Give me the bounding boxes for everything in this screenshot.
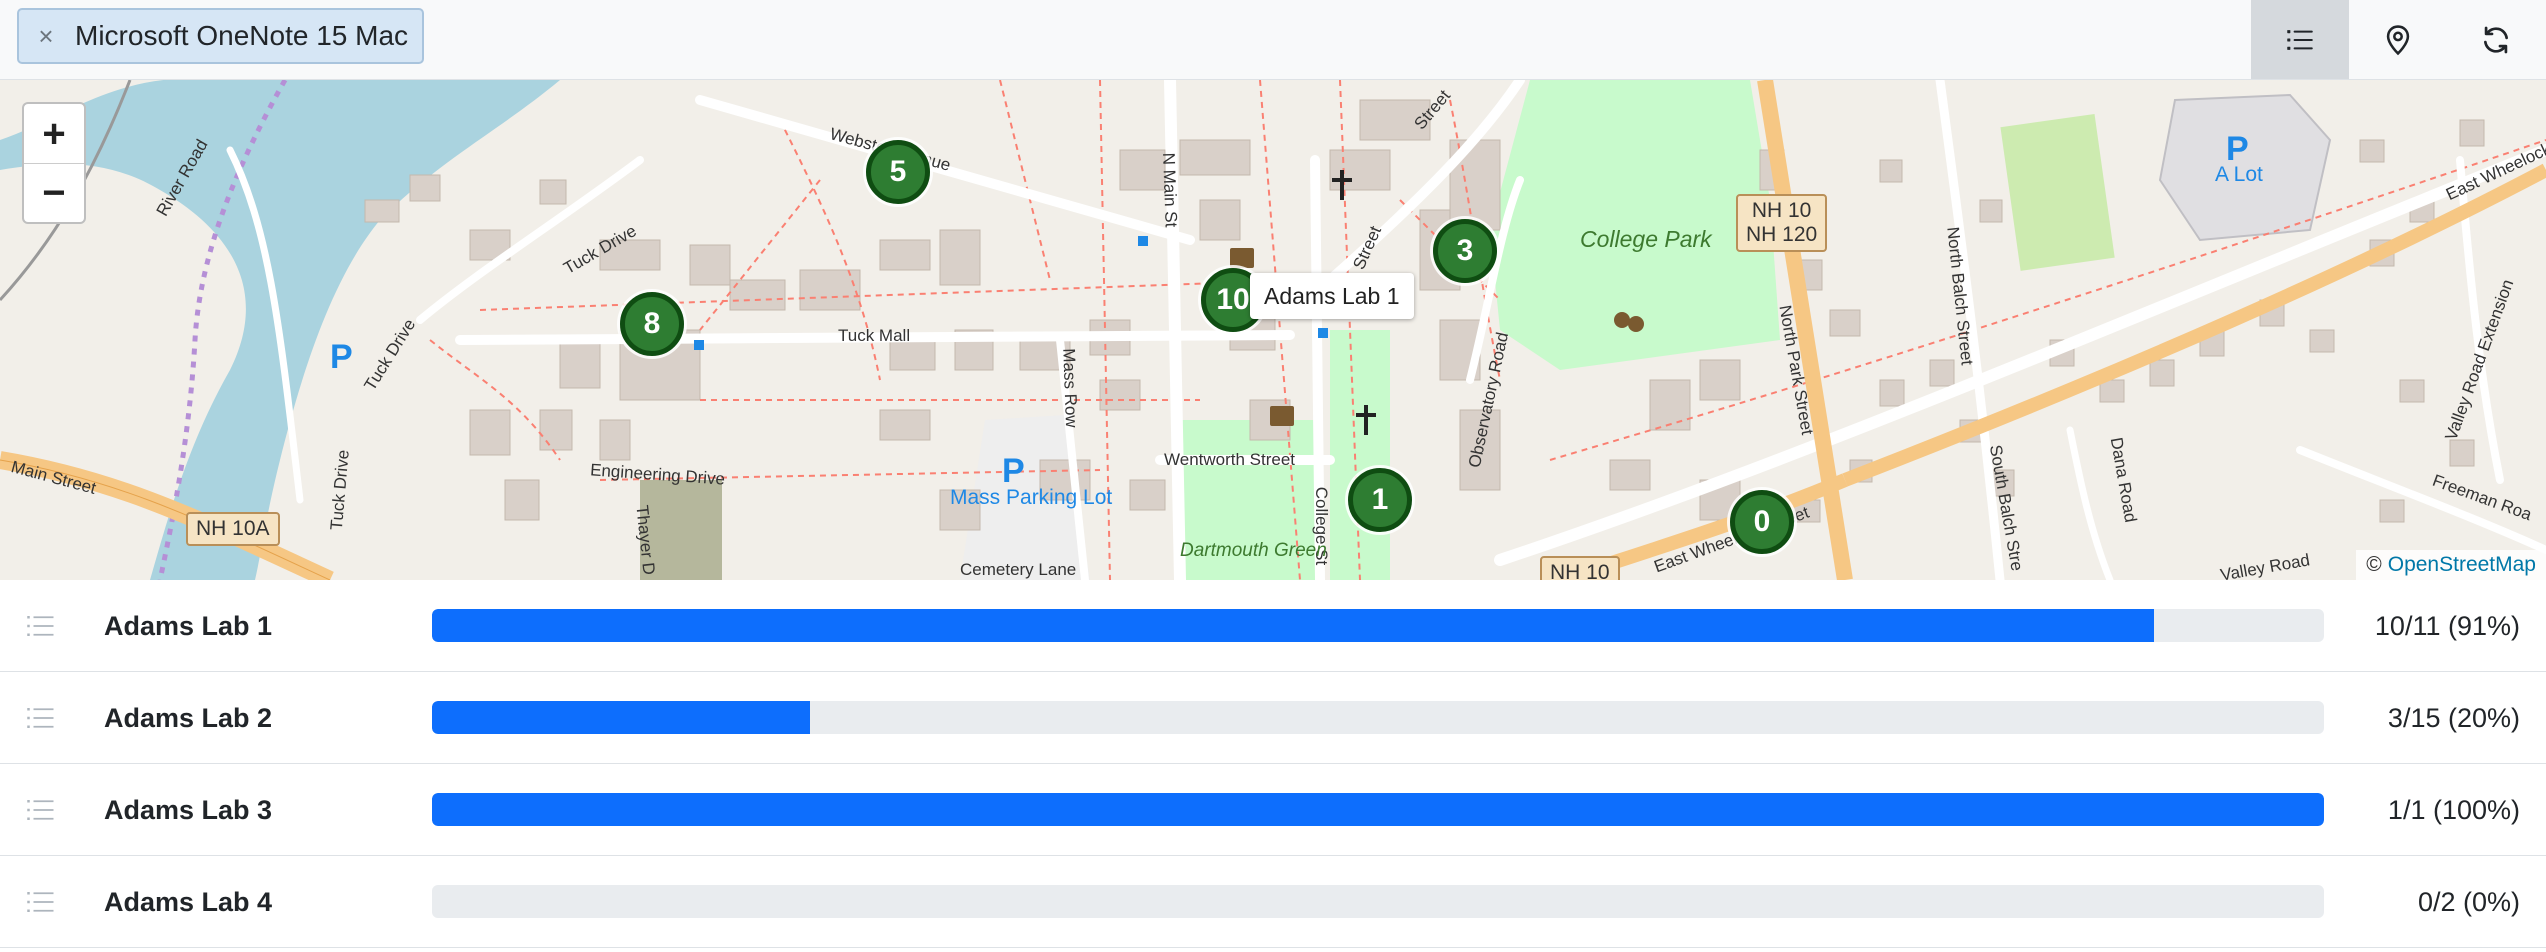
map-marker[interactable]: 8 <box>620 292 684 356</box>
lab-name: Adams Lab 4 <box>104 886 273 917</box>
list-icon[interactable] <box>26 704 56 732</box>
progress-fill <box>432 609 2154 642</box>
list-item[interactable]: Adams Lab 3 1/1 (100%) <box>0 764 2546 856</box>
map-marker[interactable]: 3 <box>1433 219 1497 283</box>
map-label: N Main St <box>1159 152 1181 228</box>
list-view-button[interactable] <box>2251 0 2349 79</box>
map-label: A Lot <box>2215 163 2263 186</box>
map-label: Mass Row <box>1059 347 1082 428</box>
list-icon <box>2287 29 2313 50</box>
list-icon[interactable] <box>26 888 56 916</box>
map-tiles <box>0 80 2546 580</box>
progress-bar <box>432 609 2324 642</box>
chip-close-icon[interactable]: × <box>33 23 59 49</box>
marker-tooltip: Adams Lab 1 <box>1250 273 1414 319</box>
refresh-icon <box>2484 26 2508 53</box>
map-attribution: © OpenStreetMap <box>2356 550 2546 580</box>
map-marker[interactable]: 5 <box>866 140 930 204</box>
map-marker[interactable]: 1 <box>1348 468 1412 532</box>
lab-stat: 0/2 (0%) <box>2417 886 2520 917</box>
progress-bar <box>432 701 2324 734</box>
progress-bar <box>432 885 2324 918</box>
map-pin-icon <box>2386 24 2410 55</box>
campus-map[interactable]: River Road Webster Avenue Tuck Drive Tuc… <box>0 80 2546 580</box>
map-label: Wentworth Street <box>1164 450 1296 469</box>
filter-chip-label: Microsoft OneNote 15 Mac <box>75 20 409 51</box>
progress-bar <box>432 793 2324 826</box>
list-item[interactable]: Adams Lab 4 0/2 (0%) <box>0 856 2546 948</box>
route-shield: NH 10A <box>186 512 280 546</box>
zoom-out-button[interactable]: − <box>24 163 84 222</box>
attribution-copyright: © <box>2366 553 2382 576</box>
progress-fill <box>432 793 2324 826</box>
lab-stat: 1/1 (100%) <box>2387 794 2520 825</box>
lab-stat: 10/11 (91%) <box>2374 610 2520 641</box>
parking-icon: P <box>1002 452 1025 490</box>
openstreetmap-link[interactable]: OpenStreetMap <box>2388 553 2536 577</box>
list-item[interactable]: Adams Lab 2 3/15 (20%) <box>0 672 2546 764</box>
map-label: Dartmouth Green <box>1180 540 1327 561</box>
map-view-button[interactable] <box>2349 0 2447 79</box>
map-label: Cemetery Lane <box>960 560 1077 579</box>
lab-list: Adams Lab 1 10/11 (91%) Adams Lab 2 3/15… <box>0 580 2546 948</box>
lab-name: Adams Lab 2 <box>104 702 273 733</box>
parking-icon: P <box>330 338 353 376</box>
zoom-in-button[interactable]: + <box>24 104 84 163</box>
route-shield: NH 10 NH 120 <box>1736 194 1828 252</box>
route-shield: NH 10 <box>1540 556 1620 580</box>
lab-name: Adams Lab 3 <box>104 794 273 825</box>
top-toolbar: × Microsoft OneNote 15 Mac <box>0 0 2546 80</box>
progress-fill <box>432 701 811 734</box>
zoom-control: + − <box>22 102 86 224</box>
refresh-button[interactable] <box>2447 0 2545 79</box>
map-label: College Park <box>1580 226 1712 252</box>
map-marker[interactable]: 0 <box>1730 490 1794 554</box>
list-item[interactable]: Adams Lab 1 10/11 (91%) <box>0 580 2546 672</box>
map-label: Tuck Mall <box>838 326 911 345</box>
lab-stat: 3/15 (20%) <box>2387 702 2520 733</box>
list-icon[interactable] <box>26 796 56 824</box>
filter-chip[interactable]: × Microsoft OneNote 15 Mac <box>17 8 425 64</box>
lab-name: Adams Lab 1 <box>104 610 273 641</box>
list-icon[interactable] <box>26 612 56 640</box>
